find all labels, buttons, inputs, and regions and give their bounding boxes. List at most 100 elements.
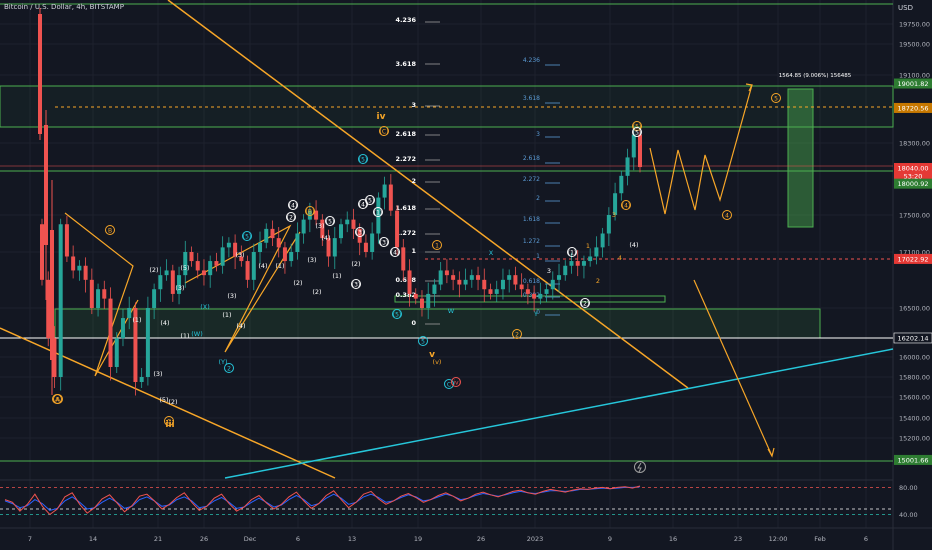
candle-body [258,242,263,252]
candle-body [38,14,42,134]
candle-body [588,256,593,262]
candle-body [145,308,150,377]
wave-label: 2 [227,365,231,372]
wave-label: (3) [352,281,361,288]
price-label-text: 18720.56 [897,104,928,112]
rsi-line [4,485,641,516]
candle-body [276,238,281,248]
price-label-text: 18000.92 [897,180,928,188]
wave-label: (4) [236,322,245,330]
x-tick-label: 6 [864,535,868,543]
candle-body [476,275,481,280]
candle-body [64,224,69,257]
candle-body [363,242,368,252]
support-zone [54,308,821,339]
wave-label: (1) [180,332,189,340]
fib-left-label: 3.618 [395,60,416,68]
candle-body [619,175,624,194]
wave-label: (2) [287,214,296,221]
x-tick-label: 13 [348,535,356,543]
wave-label: (4) [258,262,267,270]
wave-label: (2) [351,260,360,268]
candle-body [77,265,82,271]
wave-label: (3) [175,284,184,292]
chart-root: 4.236 3.618 3 2.618 2.272 2 1.618 1.272 1 0.618 0.… [0,0,932,550]
candle-body [164,270,169,276]
wedge-left [64,212,139,377]
wave-label: (B) [306,208,315,215]
wave-label: (1) [275,262,284,270]
wave-label: 3 [547,267,551,275]
teal-trendline [224,348,894,479]
wave-label: (4) [321,234,330,242]
fib-mid-label: 2.618 [523,155,540,162]
fib-left-label: 2.618 [395,130,416,138]
price-tick-label: 15200.00 [899,435,930,443]
candle-body [127,308,132,319]
candle-body [189,252,194,262]
x-tick-label: 16 [669,535,677,543]
candle-body [482,279,487,290]
candle-body [270,228,275,239]
wave-label: (5) [326,218,335,225]
candle-body [463,279,468,285]
fib-left-label: 3 [411,101,416,109]
candle-body [44,125,48,245]
wave-label: (1) [568,249,577,256]
candle-body [525,289,530,294]
wave-label: (3) [307,256,316,264]
candle-body [264,228,269,243]
wave-label: (4) [391,249,400,256]
x-tick-label: 14 [89,535,97,543]
candle-body [638,134,642,168]
wave-label: (3) [380,239,389,246]
x-tick-label: 12:00 [769,535,788,543]
wave-label: (4) [160,319,169,327]
fib-left-label: 4.236 [395,16,416,24]
wave-label: 1 [586,242,590,250]
candle-body [500,279,505,290]
candle-body [407,270,412,294]
candle-body [295,233,300,252]
wave-label: (5) [633,129,642,136]
price-label-text: 17022.92 [897,255,928,263]
wave-label: (3) [315,222,324,230]
price-tick-label: 17500.00 [899,212,930,220]
wave-label: 5 [774,95,778,102]
price-chart[interactable]: 4.236 3.618 3 2.618 2.272 2 1.618 1.272 1 0.618 0.… [0,0,932,550]
price-tick-label: 19100.00 [899,72,930,80]
candle-body [83,265,88,280]
rsi-level-label: 40.00 [899,511,918,519]
candle-body [382,184,387,198]
fib-mid-label: 2.272 [523,176,540,183]
candle-body [594,247,599,257]
fib-left-label: 0.618 [395,276,416,284]
fib-left-label: 1 [411,247,416,255]
wave-label: (3) [235,251,244,259]
wave-label: (3) [356,229,365,236]
candle-body [432,284,437,294]
wave-label: (5) [393,311,402,318]
fib-mid-label: 0.618 [523,278,540,285]
candle-body [550,279,555,290]
wave-label: (5) [243,233,252,240]
fib-left-label: 2.272 [395,155,416,163]
candle-body [195,261,200,271]
candle-body [519,284,524,290]
wave-label: (W) [191,330,203,338]
candle-body [114,338,119,367]
fib-mid-label: 3 [536,131,540,138]
wave-label: (3) [227,292,236,300]
candle-body [581,261,586,266]
wave-label: (2) [312,288,321,296]
wave-label: 5 [421,338,425,345]
measure-label: 1564.85 (9.006%) 156485 [779,73,852,79]
wave-label: (4) [622,202,631,209]
fib-left-label: 0.382 [395,291,416,299]
candle-body [457,279,462,285]
wave-label: (5) [366,197,375,204]
candle-body [170,270,175,294]
candle-body [201,270,206,276]
candle-body [139,377,144,382]
candle-body [631,134,636,158]
